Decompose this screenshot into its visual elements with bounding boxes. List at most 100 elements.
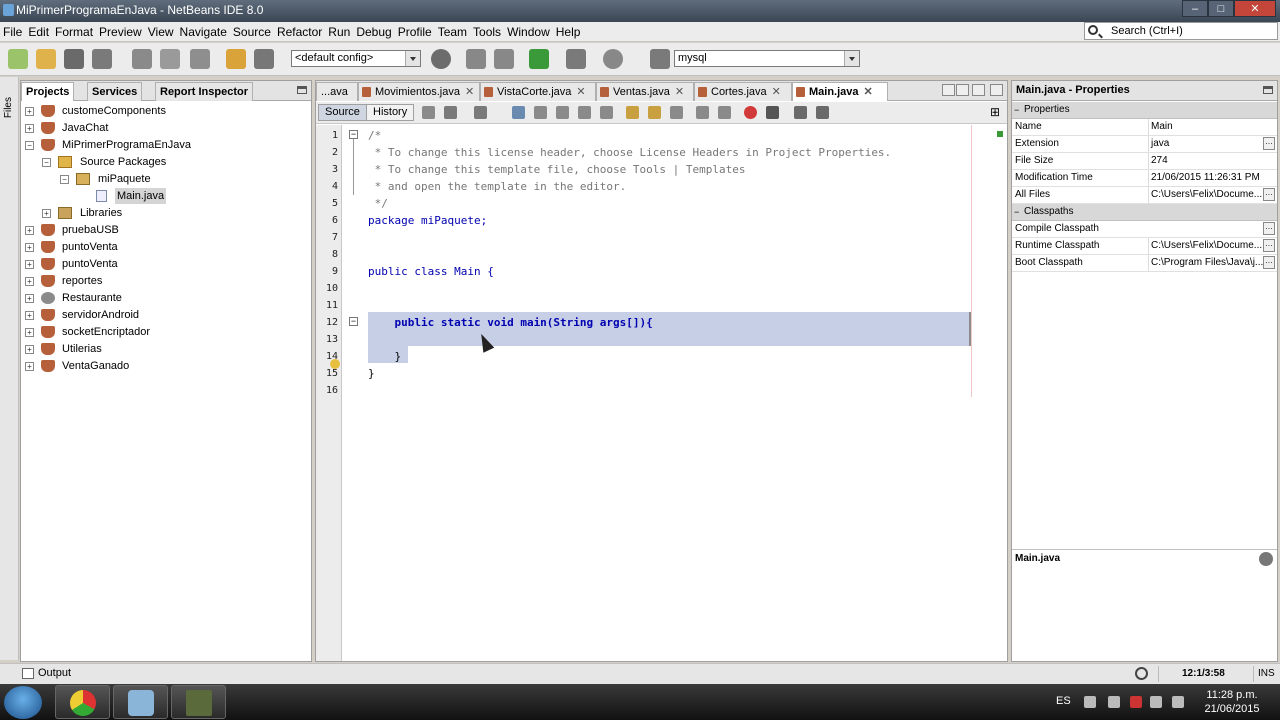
files-side-tab[interactable]: Files (3, 97, 14, 118)
code-line[interactable]: */ (368, 195, 388, 212)
property-row[interactable]: All Files C:\Users\Felix\Docume...… (1012, 187, 1277, 204)
shift-left-icon[interactable] (696, 106, 709, 119)
clock[interactable]: 11:28 p.m. 21/06/2015 (1200, 688, 1264, 716)
scroll-tabs-left-icon[interactable] (942, 84, 955, 96)
search-input[interactable]: Search (Ctrl+I) (1084, 22, 1278, 40)
network-icon[interactable] (1130, 696, 1142, 708)
clean-build-icon[interactable] (466, 49, 486, 69)
property-row[interactable]: Extension java… (1012, 136, 1277, 153)
menu-view[interactable]: View (145, 22, 177, 42)
minimize-panel-icon[interactable] (297, 86, 307, 94)
build-icon[interactable] (431, 49, 451, 69)
tab-ava[interactable]: ...ava (316, 82, 358, 101)
properties-section[interactable]: Classpaths (1012, 204, 1277, 221)
comment-icon[interactable] (794, 106, 807, 119)
tab-cortes[interactable]: Cortes.java ✕ (694, 82, 792, 101)
tab-projects[interactable]: Projects (21, 82, 75, 101)
fold-toggle-icon[interactable]: − (349, 130, 358, 139)
property-row[interactable]: Compile Classpath… (1012, 221, 1277, 238)
stop-macro-icon[interactable] (766, 106, 779, 119)
code-line[interactable]: public static void main(String args[]){ (368, 314, 652, 331)
tray-expand-icon[interactable] (1084, 696, 1096, 708)
menu-run[interactable]: Run (325, 22, 353, 42)
menu-window[interactable]: Window (504, 22, 553, 42)
tab-ventas[interactable]: Ventas.java ✕ (596, 82, 694, 101)
power-icon[interactable] (1150, 696, 1162, 708)
tab-movimientos[interactable]: Movimientos.java ✕ (358, 82, 480, 101)
tab-list-icon[interactable] (972, 84, 985, 96)
menu-tools[interactable]: Tools (470, 22, 504, 42)
hint-bulb-icon[interactable] (330, 359, 340, 369)
new-file-icon[interactable] (8, 49, 28, 69)
source-button[interactable]: Source (318, 104, 367, 121)
maximize-editor-icon[interactable] (990, 84, 1003, 96)
database-icon[interactable] (650, 49, 670, 69)
find-next-icon[interactable] (556, 106, 569, 119)
forward-icon[interactable] (474, 106, 487, 119)
profile-icon[interactable] (603, 49, 623, 69)
database-select[interactable]: mysql (674, 50, 860, 67)
last-edit-icon[interactable] (422, 106, 435, 119)
taskbar-netbeans[interactable] (113, 685, 168, 719)
start-button[interactable] (4, 686, 42, 719)
property-row[interactable]: Boot Classpath C:\Program Files\Java\j...… (1012, 255, 1277, 272)
next-bookmark-icon[interactable] (648, 106, 661, 119)
paste-icon[interactable] (190, 49, 210, 69)
code-line[interactable]: } (368, 348, 401, 365)
tab-services[interactable]: Services (87, 82, 143, 101)
find-icon[interactable] (512, 106, 525, 119)
property-row[interactable]: File Size 274 (1012, 153, 1277, 170)
output-tab[interactable]: Output (22, 667, 71, 679)
rectangular-selection-icon[interactable] (600, 106, 613, 119)
menu-file[interactable]: File (0, 22, 25, 42)
volume-icon[interactable] (1172, 696, 1184, 708)
debug-icon[interactable] (566, 49, 586, 69)
minimize-button[interactable]: – (1182, 0, 1208, 17)
new-project-icon[interactable] (36, 49, 56, 69)
open-project-icon[interactable] (64, 49, 84, 69)
menu-edit[interactable]: Edit (25, 22, 52, 42)
menu-preview[interactable]: Preview (96, 22, 145, 42)
scroll-tabs-right-icon[interactable] (956, 84, 969, 96)
cut-icon[interactable] (132, 49, 152, 69)
code-line[interactable]: public class Main { (368, 263, 494, 280)
menu-debug[interactable]: Debug (353, 22, 394, 42)
find-previous-icon[interactable] (534, 106, 547, 119)
redo-icon[interactable] (254, 49, 274, 69)
run-icon[interactable] (529, 49, 549, 69)
tab-main-java[interactable]: Main.java ✕ (792, 82, 888, 101)
config-select[interactable]: <default config> (291, 50, 421, 67)
property-row[interactable]: Name Main (1012, 119, 1277, 136)
code-line[interactable]: package miPaquete; (368, 212, 487, 229)
help-icon[interactable] (1259, 552, 1273, 566)
fold-toggle-icon[interactable]: − (349, 317, 358, 326)
menu-source[interactable]: Source (230, 22, 274, 42)
code-line[interactable]: * To change this license header, choose … (368, 144, 892, 161)
code-line[interactable]: * and open the template in the editor. (368, 178, 627, 195)
history-button[interactable]: History (366, 104, 415, 121)
start-macro-icon[interactable] (744, 106, 757, 119)
code-line[interactable]: * To change this template file, choose T… (368, 161, 746, 178)
tab-vistacorte[interactable]: VistaCorte.java ✕ (480, 82, 596, 101)
menu-navigate[interactable]: Navigate (177, 22, 230, 42)
menu-profile[interactable]: Profile (395, 22, 435, 42)
copy-icon[interactable] (160, 49, 180, 69)
uncomment-icon[interactable] (816, 106, 829, 119)
taskbar-chrome[interactable] (55, 685, 110, 719)
menu-format[interactable]: Format (52, 22, 96, 42)
menu-help[interactable]: Help (553, 22, 584, 42)
notifications-icon[interactable] (1135, 667, 1148, 680)
menu-team[interactable]: Team (435, 22, 470, 42)
shift-right-icon[interactable] (718, 106, 731, 119)
tab-report-inspector[interactable]: Report Inspector (155, 82, 254, 101)
taskbar-app[interactable] (171, 685, 226, 719)
close-button[interactable]: ✕ (1234, 0, 1276, 17)
property-row[interactable]: Modification Time 21/06/2015 11:26:31 PM (1012, 170, 1277, 187)
minimize-panel-icon[interactable] (1263, 86, 1273, 94)
properties-section[interactable]: Properties (1012, 102, 1277, 119)
maximize-button[interactable]: □ (1208, 0, 1234, 17)
signal-icon[interactable] (1108, 696, 1120, 708)
hammer-icon[interactable] (494, 49, 514, 69)
undo-icon[interactable] (226, 49, 246, 69)
save-all-icon[interactable] (92, 49, 112, 69)
